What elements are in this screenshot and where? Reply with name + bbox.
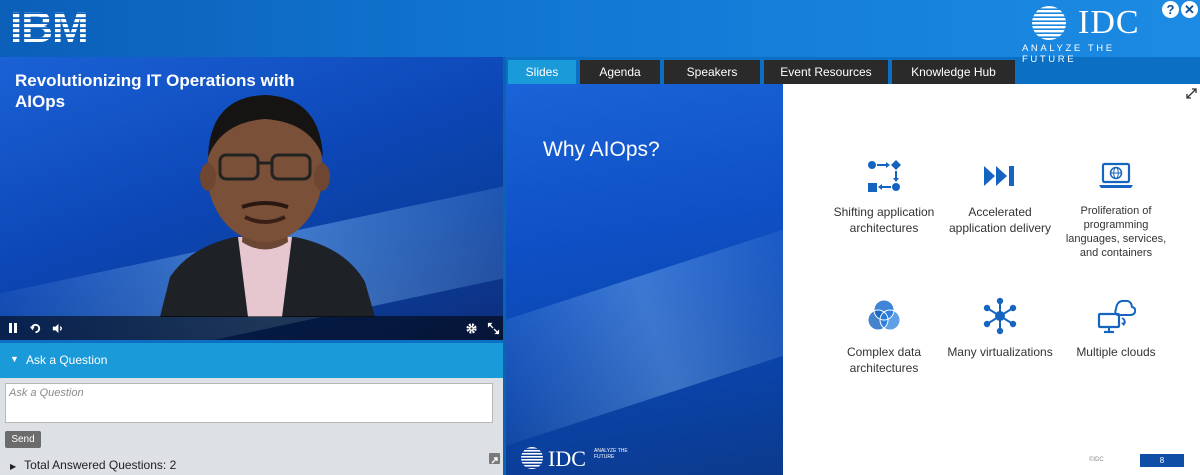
slide-page-number: 8 <box>1140 454 1184 467</box>
tab-event-resources[interactable]: Event Resources <box>764 60 888 84</box>
video-control-bar <box>0 316 503 340</box>
question-input[interactable] <box>5 383 493 423</box>
volume-icon[interactable] <box>48 319 66 337</box>
laptop-globe-icon <box>1099 162 1133 188</box>
tab-bar: Slides Agenda Speakers Event Resources K… <box>506 60 1200 85</box>
slide-idc-logo: IDC ANALYZE THE FUTURE <box>518 446 638 475</box>
feature-virtualizations: Many virtualizations <box>940 296 1060 360</box>
network-hub-icon <box>983 297 1017 335</box>
fast-forward-icon <box>984 166 1014 186</box>
cloud-monitor-icon <box>1097 299 1136 334</box>
gear-icon[interactable] <box>462 319 480 337</box>
slide-title-panel: Why AIOps? IDC ANALYZE THE FUTURE <box>506 84 783 475</box>
tab-knowledge-hub[interactable]: Knowledge Hub <box>892 60 1015 84</box>
architecture-flow-icon <box>868 160 901 192</box>
feature-multiple-clouds: Multiple clouds <box>1056 296 1176 360</box>
pause-icon[interactable] <box>4 319 22 337</box>
help-button[interactable]: ? <box>1162 1 1179 18</box>
ask-question-header[interactable]: ▼ Ask a Question <box>0 343 503 378</box>
idc-logo: IDC ANALYZE THE FUTURE <box>1020 4 1160 65</box>
ibm-logo: IBM <box>10 4 89 48</box>
expand-icon[interactable] <box>1186 88 1197 102</box>
close-button[interactable]: ✕ <box>1181 1 1198 18</box>
idc-wordmark: IDC <box>1078 4 1140 41</box>
chevron-right-icon: ▶ <box>10 462 17 471</box>
slide-viewer: Why AIOps? IDC ANALYZE THE FUTURE Shifti… <box>506 84 1200 475</box>
slide-idc-tagline: ANALYZE THE FUTURE <box>594 448 628 460</box>
venn-circles-icon <box>867 299 901 331</box>
presenter-video-frame <box>160 95 375 317</box>
slide-background-light <box>506 212 783 456</box>
feature-label: Shifting application architectures <box>833 205 935 235</box>
feature-label: Proliferation of programming languages, … <box>1065 205 1167 259</box>
send-button[interactable]: Send <box>5 431 41 448</box>
feature-label: Accelerated application delivery <box>948 205 1052 235</box>
video-player[interactable]: Revolutionizing IT Operations with AIOps <box>0 57 503 340</box>
svg-text:IBM: IBM <box>10 4 88 48</box>
answered-questions-toggle[interactable]: ▶ Total Answered Questions: 2 <box>10 458 176 472</box>
popout-icon[interactable] <box>489 453 500 464</box>
slide-title: Why AIOps? <box>543 138 660 161</box>
feature-label: Complex data architectures <box>846 345 922 375</box>
feature-label: Many virtualizations <box>947 345 1053 359</box>
header-bar: IBM IDC ANALYZE THE FUTURE ? ✕ <box>0 0 1200 65</box>
ask-question-title: Ask a Question <box>26 353 108 367</box>
answered-questions-label: Total Answered Questions: 2 <box>24 458 177 472</box>
slide-copyright: ©IDC <box>1089 457 1104 463</box>
feature-label: Multiple clouds <box>1076 345 1156 359</box>
feature-proliferation: Proliferation of programming languages, … <box>1056 156 1176 260</box>
feature-shifting-architectures: Shifting application architectures <box>824 156 944 236</box>
feature-complex-data: Complex data architectures <box>824 296 944 376</box>
feature-accelerated-delivery: Accelerated application delivery <box>940 156 1060 236</box>
fullscreen-icon[interactable] <box>484 319 502 337</box>
chevron-down-icon: ▼ <box>10 354 19 364</box>
tab-slides[interactable]: Slides <box>508 60 576 84</box>
replay-icon[interactable] <box>26 319 44 337</box>
slide-idc-wordmark: IDC <box>548 446 586 471</box>
idc-globe-icon <box>1032 6 1066 40</box>
ask-question-panel: Send ▶ Total Answered Questions: 2 <box>0 378 503 475</box>
tab-agenda[interactable]: Agenda <box>580 60 660 84</box>
tab-speakers[interactable]: Speakers <box>664 60 760 84</box>
